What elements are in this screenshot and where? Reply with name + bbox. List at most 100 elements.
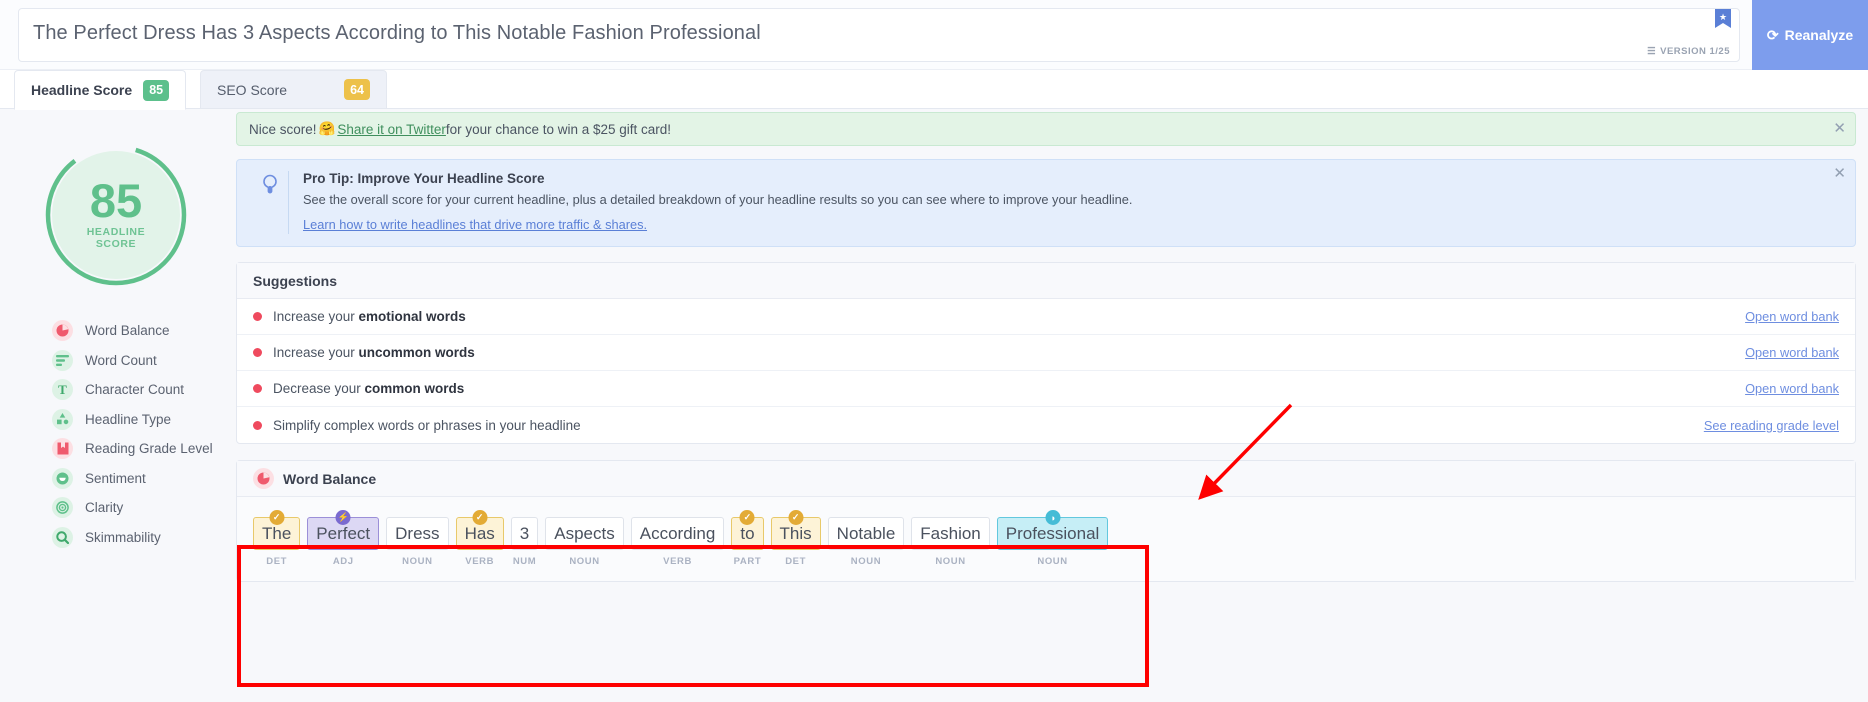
suggestion-row: Simplify complex words or phrases in you…: [237, 407, 1855, 443]
sidebar-item-label: Word Balance: [85, 323, 170, 339]
share-banner-suffix: for your chance to win a $25 gift card!: [445, 121, 672, 137]
pie-chart-icon: [52, 320, 73, 342]
sidebar-item-label: Clarity: [85, 500, 124, 516]
headline-score-badge: 85: [143, 79, 170, 101]
word-chips-area: ✓ The DET ⚡ Perfect ADJ Dress NOUN ✓ Has…: [237, 497, 1855, 581]
suggestion-text: Decrease your common words: [273, 381, 465, 396]
check-badge-icon: ✓: [472, 510, 488, 525]
version-label: ☰ VERSION 1/25: [1647, 46, 1730, 57]
refresh-icon: ⟳: [1766, 26, 1779, 43]
smiley-icon: [52, 467, 73, 489]
word-pos-label: NOUN: [1037, 556, 1068, 567]
bookmark-icon: [52, 438, 73, 460]
word-chip-list: ✓ The DET ⚡ Perfect ADJ Dress NOUN ✓ Has…: [253, 510, 1839, 567]
protip-title: Pro Tip: Improve Your Headline Score: [303, 171, 545, 186]
word-chip-item: Dress NOUN: [386, 517, 449, 567]
sidebar-item-headline-type[interactable]: Headline Type: [52, 405, 232, 435]
suggestion-row: Increase your emotional words Open word …: [237, 299, 1855, 335]
check-badge-icon: ✓: [739, 510, 755, 525]
sidebar-item-reading-grade-level[interactable]: Reading Grade Level: [52, 434, 232, 464]
word-chip[interactable]: ✓ Has: [455, 510, 504, 550]
word-chip-item: According VERB: [630, 517, 725, 567]
status-dot-icon: [253, 348, 262, 357]
word-pos-label: NUM: [512, 556, 537, 567]
word-chip-item: ✓ This DET: [770, 510, 821, 567]
word-chip[interactable]: 3: [510, 517, 539, 550]
word-balance-title: Word Balance: [283, 470, 377, 487]
word-balance-card: Word Balance ✓ The DET ⚡ Perfect ADJ Dre…: [236, 460, 1856, 582]
headline-analyzer-app: The Perfect Dress Has 3 Aspects Accordin…: [0, 0, 1868, 702]
share-banner: Nice score! 🤗 Share it on Twitter for yo…: [236, 112, 1856, 146]
word-balance-header: Word Balance: [237, 461, 1855, 497]
sidebar-item-word-count[interactable]: Word Count: [52, 346, 232, 376]
target-icon: [52, 497, 73, 519]
word-pos-label: NOUN: [850, 556, 882, 567]
seo-score-badge: 64: [344, 79, 371, 100]
suggestion-text: Increase your emotional words: [273, 309, 466, 324]
protip-body: See the overall score for your current h…: [303, 192, 1133, 207]
sidebar: 85 HEADLINE SCORE Word Balance Word Coun…: [0, 112, 232, 552]
sidebar-item-clarity[interactable]: Clarity: [52, 493, 232, 523]
suggestion-text: Simplify complex words or phrases in you…: [273, 417, 581, 433]
suggestions-card: Suggestions Increase your emotional word…: [236, 262, 1856, 444]
word-pos-label: VERB: [465, 556, 495, 567]
word-pos-label: ADJ: [332, 556, 354, 567]
word-pos-label: NOUN: [935, 556, 966, 567]
close-icon[interactable]: ✕: [1833, 121, 1846, 136]
word-chip[interactable]: Aspects: [545, 517, 624, 550]
suggestion-link[interactable]: Open word bank: [1745, 309, 1839, 324]
share-twitter-link[interactable]: Share it on Twitter: [337, 122, 446, 137]
suggestions-title: Suggestions: [237, 263, 1855, 299]
word-chip-item: Fashion NOUN: [911, 517, 990, 567]
header-bar: The Perfect Dress Has 3 Aspects Accordin…: [0, 0, 1868, 70]
close-icon[interactable]: ✕: [1833, 166, 1846, 181]
suggestion-row: Increase your uncommon words Open word b…: [237, 335, 1855, 371]
word-chip-item: Aspects NOUN: [545, 517, 624, 567]
word-chip[interactable]: Notable: [827, 517, 905, 550]
check-badge-icon: ✓: [788, 510, 804, 525]
tab-seo-score[interactable]: SEO Score 64: [200, 70, 388, 109]
headline-input-box[interactable]: The Perfect Dress Has 3 Aspects Accordin…: [18, 8, 1740, 62]
word-chip[interactable]: Dress: [386, 517, 449, 550]
protip-link[interactable]: Learn how to write headlines that drive …: [303, 217, 647, 232]
word-chip[interactable]: According: [630, 517, 725, 550]
sidebar-item-sentiment[interactable]: Sentiment: [52, 464, 232, 494]
suggestion-link[interactable]: See reading grade level: [1704, 418, 1839, 433]
word-chip-text: Dress: [395, 523, 440, 543]
word-pos-label: VERB: [663, 556, 692, 567]
share-banner-prefix: Nice score!: [249, 121, 317, 137]
bookmark-star-icon[interactable]: ★: [1715, 9, 1731, 31]
word-pos-label: DET: [785, 556, 807, 567]
headline-text: The Perfect Dress Has 3 Aspects Accordin…: [33, 22, 761, 44]
word-chip-text: The: [262, 523, 292, 543]
word-chip-item: Notable NOUN: [827, 517, 905, 567]
word-chip[interactable]: ✓ This: [770, 510, 821, 550]
suggestion-link[interactable]: Open word bank: [1745, 381, 1839, 396]
tab-headline-score-label: Headline Score: [31, 82, 133, 98]
suggestion-row: Decrease your common words Open word ban…: [237, 371, 1855, 407]
suggestion-link[interactable]: Open word bank: [1745, 345, 1839, 360]
reanalyze-button[interactable]: ⟳ Reanalyze: [1752, 0, 1868, 70]
sidebar-item-word-balance[interactable]: Word Balance: [52, 316, 232, 346]
tab-bar: Headline Score 85 SEO Score 64: [0, 70, 1868, 110]
sidebar-item-character-count[interactable]: T Character Count: [52, 375, 232, 405]
sidebar-item-skimmability[interactable]: Skimmability: [52, 523, 232, 553]
word-chip[interactable]: Fashion: [911, 517, 990, 550]
word-chip[interactable]: ✓ to: [731, 510, 764, 550]
reanalyze-label: Reanalyze: [1784, 27, 1854, 43]
pie-chart-icon: [253, 468, 274, 489]
shapes-icon: [52, 408, 73, 430]
word-chip-item: 3 NUM: [510, 517, 539, 567]
svg-text:T: T: [58, 383, 67, 396]
bars-icon: [52, 349, 73, 371]
letter-t-icon: T: [52, 379, 73, 401]
hug-emoji-icon: 🤗: [318, 121, 336, 136]
word-pos-label: NOUN: [402, 556, 433, 567]
tab-headline-score[interactable]: Headline Score 85: [14, 70, 187, 110]
word-chip[interactable]: ◑ Professional: [996, 510, 1109, 550]
word-chip[interactable]: ⚡ Perfect: [307, 510, 380, 550]
word-chip[interactable]: ✓ The: [253, 510, 301, 550]
word-chip-item: ◑ Professional NOUN: [996, 510, 1109, 567]
word-chip-text: Perfect: [316, 523, 371, 543]
sidebar-item-label: Skimmability: [85, 529, 161, 545]
